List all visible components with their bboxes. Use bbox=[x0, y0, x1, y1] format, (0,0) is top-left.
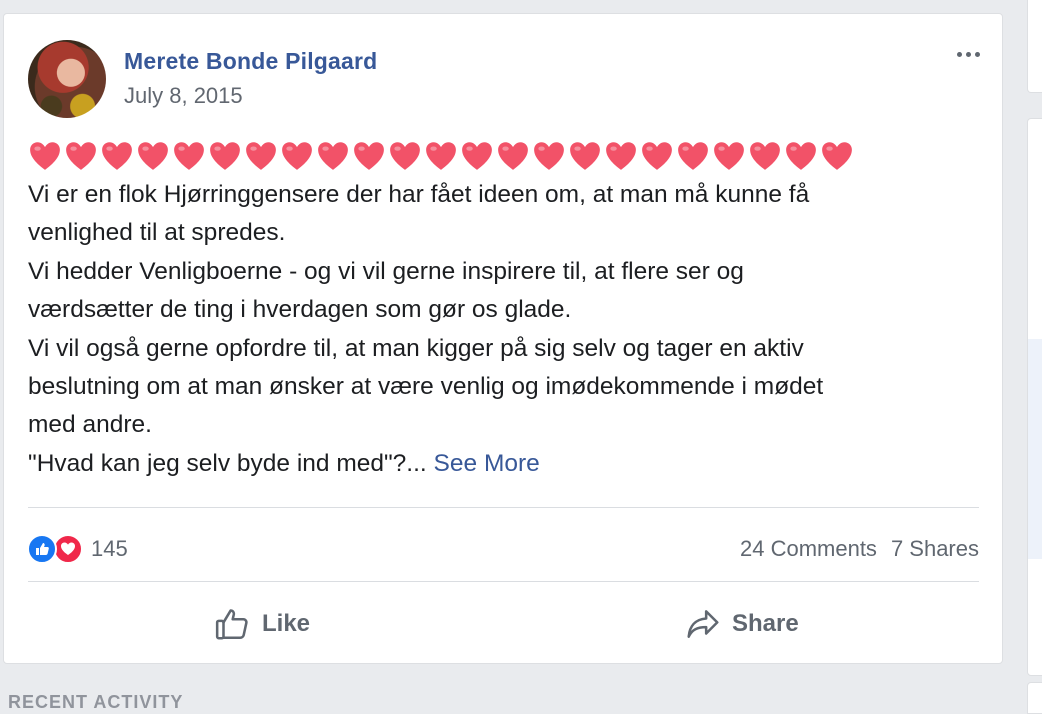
heart-emoji-icon bbox=[246, 142, 276, 170]
heart-emoji-icon bbox=[570, 142, 600, 170]
reaction-count: 145 bbox=[91, 536, 128, 561]
thumbs-up-icon bbox=[215, 609, 248, 640]
share-button[interactable]: Share bbox=[684, 600, 799, 648]
author-avatar[interactable] bbox=[28, 40, 106, 118]
heart-emoji-icon bbox=[30, 142, 60, 170]
more-options-icon[interactable] bbox=[950, 40, 986, 68]
right-panel-highlight bbox=[1028, 339, 1042, 559]
post-line: Vi hedder Venligboerne - og vi vil gerne… bbox=[28, 257, 744, 285]
author-name[interactable]: Merete Bonde Pilgaard bbox=[124, 48, 377, 75]
heart-emoji-icon bbox=[534, 142, 564, 170]
heart-emoji-icon bbox=[678, 142, 708, 170]
right-panel-bottom bbox=[1027, 682, 1042, 714]
heart-emoji-icon bbox=[390, 142, 420, 170]
heart-emoji-icon bbox=[642, 142, 672, 170]
like-label: Like bbox=[262, 610, 311, 637]
heart-emoji-icon bbox=[426, 142, 456, 170]
heart-emoji-icon bbox=[210, 142, 240, 170]
post-line: Vi vil også gerne opfordre til, at man k… bbox=[28, 334, 804, 362]
right-panel bbox=[1027, 118, 1042, 676]
heart-emoji-icon bbox=[462, 142, 492, 170]
post-last-line: "Hvad kan jeg selv byde ind med"?... See… bbox=[28, 445, 988, 483]
post-line: med andre. bbox=[28, 411, 152, 439]
see-more-link[interactable]: See More bbox=[434, 450, 540, 477]
heart-emoji-icon bbox=[606, 142, 636, 170]
post-body: Vi er en flok Hjørringgensere der har få… bbox=[28, 176, 988, 483]
right-panel-top bbox=[1027, 0, 1042, 93]
post-line: værdsætter de ting i hverdagen som gør o… bbox=[28, 296, 572, 324]
heart-emoji-icon bbox=[138, 142, 168, 170]
divider bbox=[28, 581, 979, 582]
post-date[interactable]: July 8, 2015 bbox=[124, 83, 243, 109]
heart-emoji-icon bbox=[282, 142, 312, 170]
reactions-summary[interactable]: 145 bbox=[27, 533, 128, 565]
recent-activity-heading: RECENT ACTIVITY bbox=[8, 692, 184, 712]
heart-emoji-icon bbox=[354, 142, 384, 170]
heart-emoji-icon bbox=[714, 142, 744, 170]
heart-emoji-icon bbox=[822, 142, 852, 170]
post-line-text: "Hvad kan jeg selv byde ind med"?... bbox=[28, 449, 427, 477]
share-label: Share bbox=[732, 610, 799, 637]
post-stats: 24 Comments 7 Shares bbox=[740, 536, 979, 562]
share-arrow-icon bbox=[687, 610, 719, 638]
heart-emoji-icon bbox=[66, 142, 96, 170]
post-line: beslutning om at man ønsker at være venl… bbox=[28, 373, 824, 401]
heart-emoji-icon bbox=[750, 142, 780, 170]
heart-emoji-icon bbox=[318, 142, 348, 170]
heart-emoji-icon bbox=[174, 142, 204, 170]
shares-count-link[interactable]: 7 Shares bbox=[891, 536, 979, 561]
comments-count-link[interactable]: 24 Comments bbox=[740, 536, 877, 561]
post-line: venlighed til at spredes. bbox=[28, 219, 286, 247]
heart-emoji-icon bbox=[498, 142, 528, 170]
post-line: Vi er en flok Hjørringgensere der har få… bbox=[28, 181, 810, 208]
hearts-row bbox=[28, 140, 854, 172]
heart-emoji-icon bbox=[786, 142, 816, 170]
love-icon bbox=[53, 534, 83, 564]
like-icon bbox=[27, 534, 57, 564]
like-button[interactable]: Like bbox=[214, 600, 310, 648]
heart-emoji-icon bbox=[102, 142, 132, 170]
divider bbox=[28, 507, 979, 508]
